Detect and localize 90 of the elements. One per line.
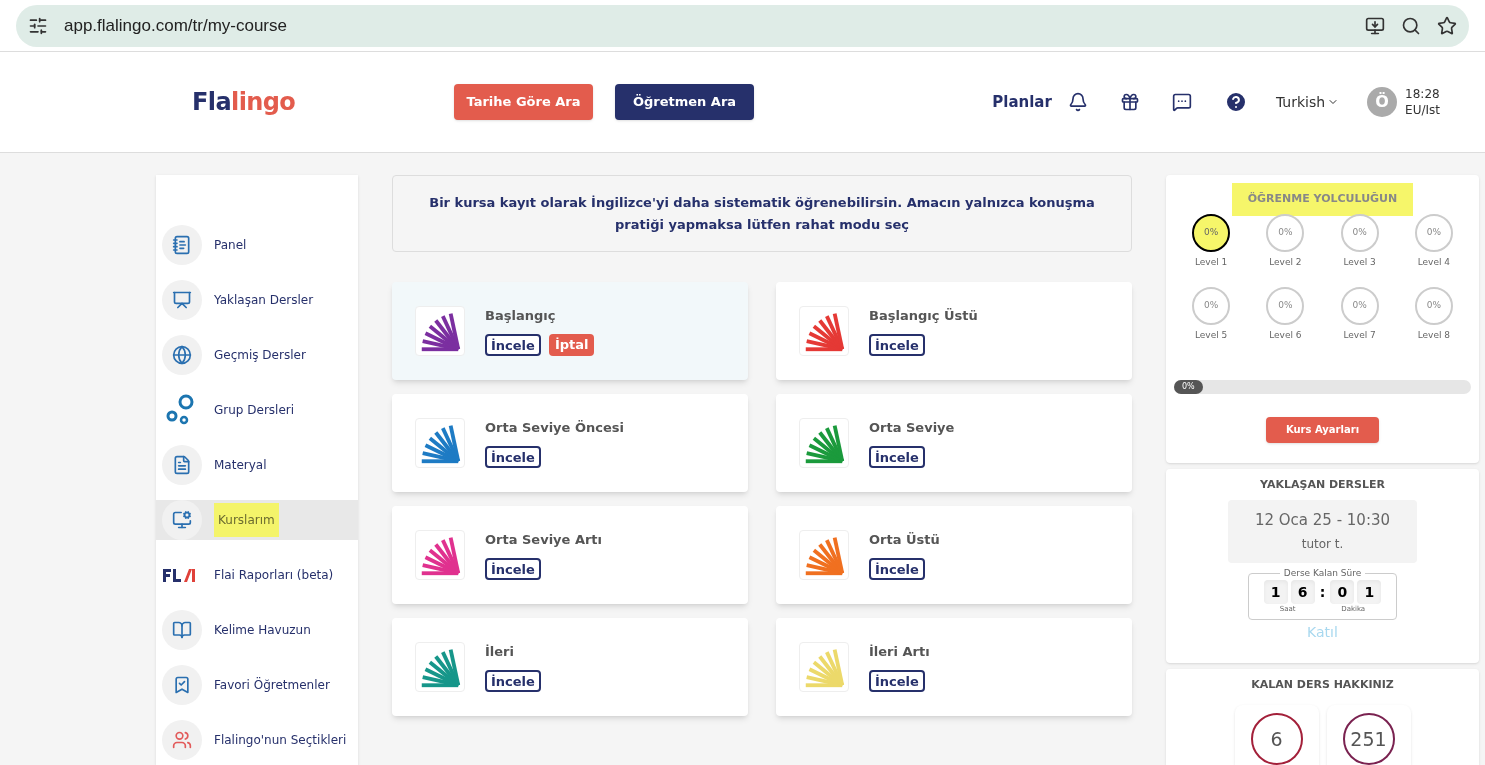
install-icon[interactable] xyxy=(1365,15,1385,36)
course-card[interactable]: Orta Seviye Öncesi İncele xyxy=(392,394,748,492)
logo[interactable]: Flalingo xyxy=(192,84,454,120)
sidebar-item[interactable]: Geçmiş Dersler xyxy=(156,335,358,375)
chat-icon[interactable] xyxy=(1171,92,1192,112)
sidebar-label: Geçmiş Dersler xyxy=(214,347,306,364)
course-title: Orta Seviye xyxy=(869,419,955,438)
lesson-date: 12 Oca 25 - 10:30 xyxy=(1254,509,1391,531)
course-card[interactable]: İleri Artı İncele xyxy=(776,618,1132,716)
course-card[interactable]: Orta Seviye İncele xyxy=(776,394,1132,492)
countdown-digit: 6 xyxy=(1290,580,1315,605)
address-bar[interactable]: app.flalingo.com/tr/my-course xyxy=(16,4,1469,47)
credit-count: 6 xyxy=(1250,713,1303,765)
sidebar-label: Kelime Havuzun xyxy=(214,622,311,639)
course-title: Başlangıç Üstü xyxy=(869,307,978,326)
review-button[interactable]: İncele xyxy=(485,445,541,468)
time-zone: EU/Ist xyxy=(1405,102,1440,118)
review-button[interactable]: İncele xyxy=(869,669,925,692)
course-card[interactable]: Orta Üstü İncele xyxy=(776,506,1132,604)
sidebar-label: Kurslarım xyxy=(214,503,279,537)
journey-title: ÖĞRENME YOLCULUĞUN xyxy=(1231,183,1414,216)
countdown-digit: 0 xyxy=(1330,580,1355,605)
monitor-icon xyxy=(162,500,202,540)
clock-time: 18:28 xyxy=(1405,86,1440,102)
sidebar-item[interactable]: Panel xyxy=(156,225,358,265)
review-button[interactable]: İncele xyxy=(869,333,925,356)
level-label: Level 6 xyxy=(1269,329,1302,342)
sidebar-label: Panel xyxy=(214,237,247,254)
zoom-icon[interactable] xyxy=(1401,15,1421,36)
level-label: Level 1 xyxy=(1194,255,1228,269)
globe-icon xyxy=(162,335,202,375)
sidebar-item[interactable]: Favori Öğretmenler xyxy=(156,665,358,705)
book-icon xyxy=(162,610,202,650)
review-button[interactable]: İncele xyxy=(869,445,925,468)
course-card[interactable]: Orta Seviye Artı İncele xyxy=(392,506,748,604)
sidebar-item[interactable]: Materyal xyxy=(156,445,358,485)
credits-title: KALAN DERS HAKKINIZ xyxy=(1251,676,1394,693)
level-label: Level 4 xyxy=(1417,255,1451,269)
sidebar-item[interactable]: Flalingo'nun Seçtikleri xyxy=(156,720,358,760)
review-button[interactable]: İncele xyxy=(869,557,925,580)
review-button[interactable]: İncele xyxy=(485,333,541,356)
level-label: Level 5 xyxy=(1194,329,1228,342)
document-icon xyxy=(162,445,202,485)
countdown-separator: : xyxy=(1318,582,1327,602)
course-title: Orta Seviye Artı xyxy=(485,531,603,550)
tutor-name: tutor t. xyxy=(1301,536,1344,554)
course-title: Başlangıç xyxy=(485,307,557,326)
sidebar-item[interactable]: Kelime Havuzun xyxy=(156,610,358,650)
sidebar-label: Flai Raporları (beta) xyxy=(214,567,334,584)
site-settings-icon[interactable] xyxy=(28,15,48,36)
level-label: Level 3 xyxy=(1343,255,1376,269)
course-title: İleri xyxy=(485,643,515,662)
sidebar-item[interactable]: Flai Raporları (beta) xyxy=(156,555,358,595)
sidebar-item[interactable]: Yaklaşan Dersler xyxy=(156,280,358,320)
course-settings-button[interactable]: Kurs Ayarları xyxy=(1266,416,1379,443)
people-icon xyxy=(162,720,202,760)
countdown-digit: 1 xyxy=(1357,580,1382,605)
sidebar-label: Materyal xyxy=(214,457,267,474)
sidebar-label: Yaklaşan Dersler xyxy=(214,292,314,309)
progress-reading: 0% xyxy=(1174,379,1203,394)
gift-icon[interactable] xyxy=(1119,92,1140,112)
plans-link[interactable]: Planlar xyxy=(992,90,1052,114)
review-button[interactable]: İncele xyxy=(485,669,541,692)
course-title: Orta Üstü xyxy=(869,531,940,550)
sidebar-label: Favori Öğretmenler xyxy=(214,676,330,694)
course-title: Orta Seviye Öncesi xyxy=(485,419,624,438)
level-label: Level 8 xyxy=(1417,329,1451,342)
course-card[interactable]: Başlangıç İncele İptal xyxy=(392,282,748,380)
url-text: app.flalingo.com/tr/my-course xyxy=(64,14,288,37)
countdown-label: Derse Kalan Süre xyxy=(1282,566,1363,580)
sidebar-item[interactable]: Kurslarım xyxy=(156,500,358,540)
sidebar-label: Flalingo'nun Seçtikleri xyxy=(214,732,347,749)
sidebar-label: Grup Dersleri xyxy=(214,402,295,419)
language-dropdown[interactable]: Turkish xyxy=(1275,91,1340,113)
credit-count: 251 xyxy=(1342,713,1395,765)
countdown-digit: 1 xyxy=(1263,580,1288,605)
cancel-button[interactable]: İptal xyxy=(548,333,595,356)
level-label: Level 7 xyxy=(1343,329,1376,342)
sidebar-item[interactable]: Grup Dersleri xyxy=(156,390,358,430)
upcoming-title: YAKLAŞAN DERSLER xyxy=(1260,477,1385,494)
course-title: İleri Artı xyxy=(869,643,930,662)
notification-bell-icon[interactable] xyxy=(1067,92,1088,112)
review-button[interactable]: İncele xyxy=(485,557,541,580)
notice-banner: Bir kursa kayıt olarak İngilizce'yi daha sistematik öğrenebilirsin. Amacın yalnızca konuşma pratiği yapmaksa lütfen rahat modu seç xyxy=(392,175,1132,252)
course-card[interactable]: İleri İncele xyxy=(392,618,748,716)
course-card[interactable]: Başlangıç Üstü İncele xyxy=(776,282,1132,380)
teacher-search-button[interactable]: Öğretmen Ara xyxy=(615,84,754,120)
date-search-button[interactable]: Tarihe Göre Ara xyxy=(454,84,593,120)
notebook-icon xyxy=(162,225,202,265)
level-label: Level 2 xyxy=(1269,255,1302,269)
